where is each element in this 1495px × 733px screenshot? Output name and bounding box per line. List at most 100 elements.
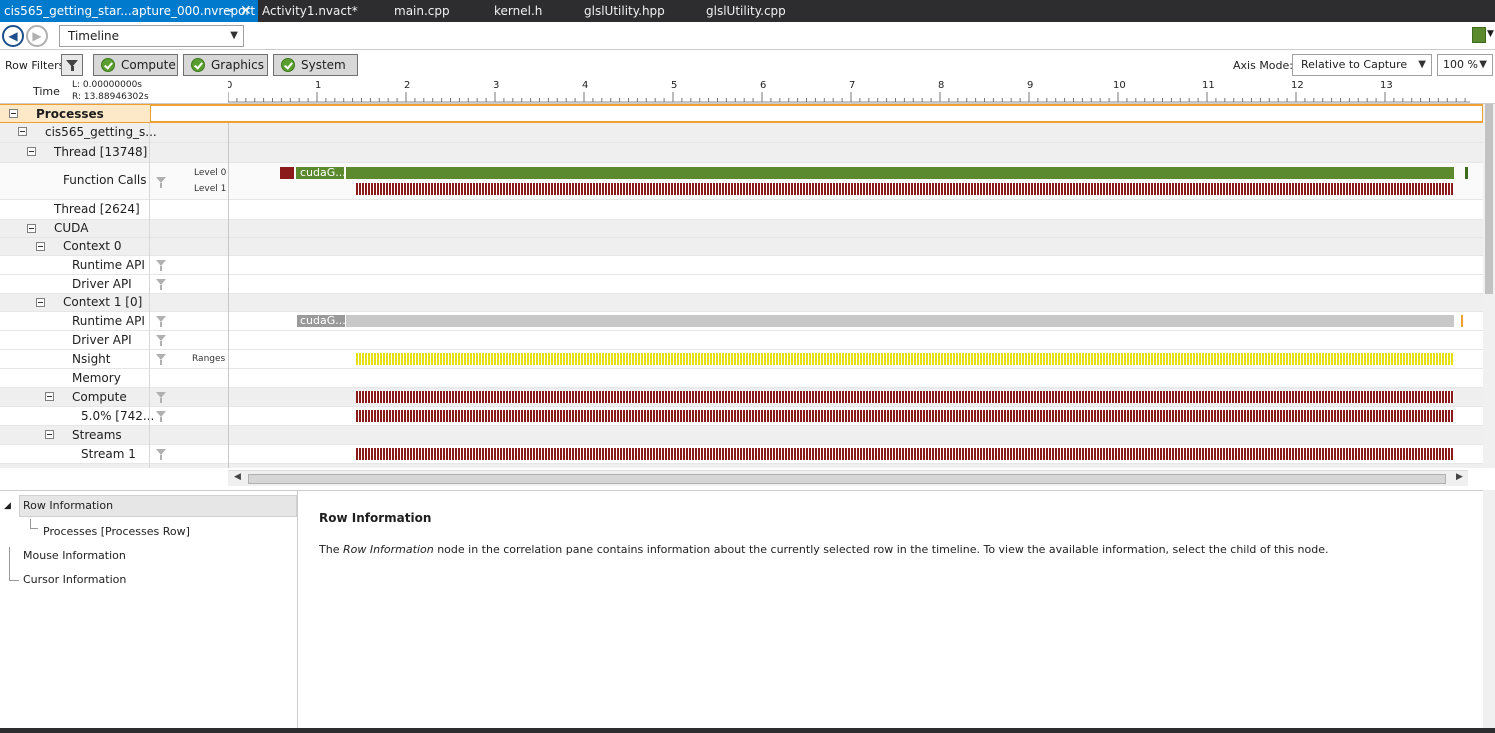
timeline-vertical-scrollbar[interactable] — [1483, 104, 1495, 468]
filter-icon[interactable] — [156, 411, 166, 422]
memory-row[interactable]: Memory — [0, 369, 1483, 388]
stream1-label: Stream 1 — [81, 447, 136, 461]
processes-track[interactable] — [150, 105, 1483, 122]
check-icon — [101, 58, 115, 72]
call-bar[interactable] — [1465, 167, 1468, 179]
function-calls-track[interactable]: cudaG... — [228, 163, 1470, 200]
filter-icon[interactable] — [156, 279, 166, 290]
thread-13748-row[interactable]: Thread [13748] — [0, 143, 1483, 163]
context1-driver-api-row[interactable]: Driver API — [0, 331, 1483, 350]
filter-icon[interactable] — [156, 316, 166, 327]
compute-track[interactable] — [228, 388, 1470, 407]
collapse-icon[interactable] — [27, 224, 36, 233]
detail-vertical-scrollbar[interactable] — [1483, 490, 1495, 728]
tree-mouse-information[interactable]: Mouse Information — [23, 549, 126, 562]
process-row[interactable]: cis565_getting_s... — [0, 123, 1483, 143]
cuda-label: CUDA — [54, 221, 89, 235]
time-ruler[interactable]: 0 1 2 3 4 5 6 7 8 9 10 11 12 13 — [228, 78, 1470, 104]
call-bar[interactable] — [280, 167, 294, 179]
ruler-tick-label: 13 — [1380, 80, 1393, 91]
runtime-api-label: Runtime API — [72, 258, 145, 272]
collapse-triangle-icon[interactable]: ◢ — [4, 501, 11, 511]
filter-icon[interactable] — [156, 335, 166, 346]
chevron-down-icon[interactable]: ▼ — [1487, 29, 1494, 39]
timeline-horizontal-scrollbar[interactable]: ◀ ▶ — [228, 470, 1468, 486]
context1-runtime-api-row[interactable]: Runtime API cudaG... — [0, 312, 1483, 331]
back-icon[interactable]: ◀ — [2, 25, 24, 47]
streams-label: Streams — [72, 428, 122, 442]
thread-13748-label: Thread [13748] — [54, 145, 148, 159]
filter-icon[interactable] — [156, 177, 166, 188]
filter-icon[interactable] — [156, 260, 166, 271]
tab-kernel-h[interactable]: kernel.h — [490, 0, 542, 22]
stream1-row[interactable]: Stream 1 — [0, 445, 1483, 464]
collapse-icon[interactable] — [27, 147, 36, 156]
pin-icon[interactable]: ⊸ — [224, 0, 233, 22]
compute-filter-button[interactable]: Compute — [93, 54, 178, 76]
function-calls-label: Function Calls — [63, 173, 147, 187]
stream1-track[interactable] — [228, 445, 1470, 464]
kernel-row[interactable]: 5.0% [742... — [0, 407, 1483, 426]
nsight-ranges-bar[interactable] — [356, 353, 1454, 365]
view-combo[interactable]: Timeline ▼ — [59, 25, 244, 47]
context1-row[interactable]: Context 1 [0] — [0, 294, 1483, 312]
kernel-launches-bar[interactable] — [356, 410, 1454, 422]
ruler-tick-label: 6 — [760, 80, 766, 91]
filter-icon[interactable] — [156, 449, 166, 460]
processes-row[interactable]: Processes — [0, 104, 1483, 123]
scroll-left-icon[interactable]: ◀ — [234, 472, 241, 482]
tab-glslutility-hpp[interactable]: glslUtility.hpp — [580, 0, 665, 22]
runtime-call-bar[interactable] — [1461, 315, 1463, 327]
forward-icon[interactable]: ▶ — [26, 25, 48, 47]
tree-row-information[interactable]: Row Information — [19, 495, 297, 517]
tab-main-cpp[interactable]: main.cpp — [390, 0, 450, 22]
context0-driver-api-row[interactable]: Driver API — [0, 275, 1483, 294]
level0-calls-bar[interactable] — [346, 167, 1454, 179]
nsight-track[interactable] — [228, 350, 1470, 369]
context0-row[interactable]: Context 0 — [0, 238, 1483, 256]
tree-connector — [30, 519, 38, 529]
collapse-icon[interactable] — [36, 242, 45, 251]
runtime-calls-bar[interactable] — [346, 315, 1454, 327]
collapse-icon[interactable] — [45, 430, 54, 439]
tab-activity1[interactable]: Activity1.nvact* — [258, 0, 358, 22]
tree-cursor-information[interactable]: Cursor Information — [23, 573, 126, 586]
compute-kernels-bar[interactable] — [356, 391, 1454, 403]
filter-icon[interactable] — [156, 392, 166, 403]
close-icon[interactable]: ✕ — [240, 0, 252, 22]
kernel-track[interactable] — [228, 407, 1470, 426]
streams-row[interactable]: Streams — [0, 426, 1483, 445]
nsight-row[interactable]: Nsight Ranges — [0, 350, 1483, 369]
collapse-icon[interactable] — [45, 392, 54, 401]
report-icon[interactable] — [1472, 27, 1486, 43]
zoom-combo[interactable]: 100 % ▼ — [1437, 54, 1493, 76]
tab-nvreport[interactable]: cis565_getting_star...apture_000.nvrepor… — [0, 0, 258, 22]
scroll-thumb[interactable] — [248, 474, 1446, 484]
axis-mode-combo[interactable]: Relative to Capture ▼ — [1292, 54, 1432, 76]
context0-runtime-api-row[interactable]: Runtime API — [0, 256, 1483, 275]
compute-row[interactable]: Compute — [0, 388, 1483, 407]
function-calls-row[interactable]: Function Calls Level 0 Level 1 cudaG... — [0, 163, 1483, 200]
collapse-icon[interactable] — [36, 298, 45, 307]
collapse-icon[interactable] — [18, 127, 27, 136]
filter-icon[interactable] — [156, 354, 166, 365]
level1-calls-bar[interactable] — [356, 183, 1454, 195]
collapse-icon[interactable] — [9, 109, 18, 118]
right-cursor-time: R: 13.88946302s — [72, 92, 149, 102]
tab-glslutility-cpp[interactable]: glslUtility.cpp — [702, 0, 786, 22]
level1-label: Level 1 — [194, 184, 227, 194]
scroll-thumb[interactable] — [1485, 104, 1493, 294]
ruler-tick-label: 7 — [849, 80, 855, 91]
thread-2624-row[interactable]: Thread [2624] — [0, 200, 1483, 220]
stream1-kernels-bar[interactable] — [356, 448, 1454, 460]
filter-icon[interactable] — [61, 54, 83, 76]
graphics-filter-button[interactable]: Graphics — [183, 54, 268, 76]
cuda-row[interactable]: CUDA — [0, 220, 1483, 238]
tree-processes-row[interactable]: Processes [Processes Row] — [43, 525, 190, 538]
ruler-tick-label: 9 — [1027, 80, 1033, 91]
ruler-tick-label: 3 — [493, 80, 499, 91]
runtime-api-track[interactable]: cudaG... — [228, 312, 1470, 331]
scroll-right-icon[interactable]: ▶ — [1456, 472, 1463, 482]
runtime-api-label: Runtime API — [72, 314, 145, 328]
system-filter-button[interactable]: System — [273, 54, 358, 76]
